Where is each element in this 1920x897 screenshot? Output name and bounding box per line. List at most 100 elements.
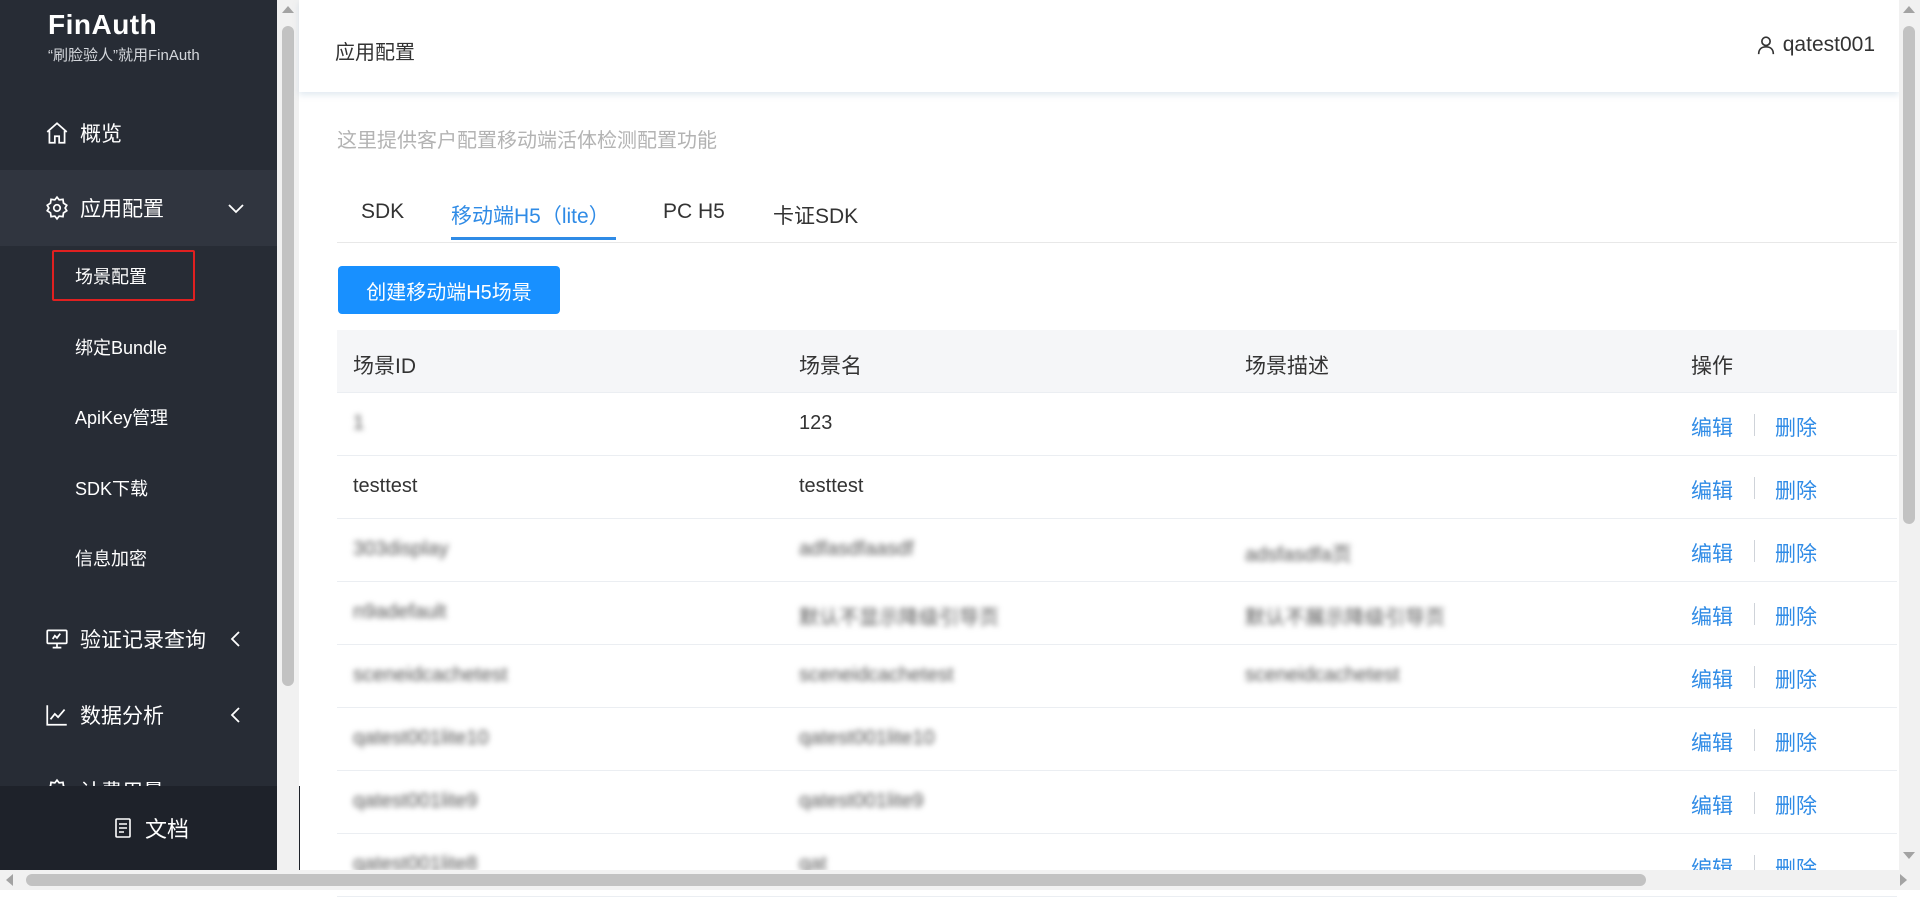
edit-link[interactable]: 编辑	[1691, 664, 1733, 694]
table-row: testtest testtest 编辑 删除	[337, 456, 1897, 519]
cell-scene-id: qatest001lite9	[353, 790, 478, 812]
sidebar-subitem-encryption[interactable]: 信息加密	[0, 523, 277, 593]
cell-scene-id: 1	[353, 412, 365, 434]
page-title: 应用配置	[335, 42, 415, 64]
user-icon	[1755, 34, 1777, 56]
tab-bar: SDK 移动端H5（lite） PC H5 卡证SDK	[337, 190, 1897, 243]
cell-scene-id: qatest001lite10	[353, 727, 489, 749]
sidebar-item-label: 应用配置	[80, 198, 164, 221]
edit-link[interactable]: 编辑	[1691, 475, 1733, 505]
sidebar-item-verification-records[interactable]: 验证记录查询	[0, 601, 277, 677]
edit-link[interactable]: 编辑	[1691, 412, 1733, 442]
cell-scene-id: sceneidcachetest	[353, 664, 508, 686]
cell-scene-name: 默认不显示降级引导页	[799, 607, 999, 629]
cell-scene-name: adfasdfaasdf	[799, 538, 914, 560]
create-mobile-h5-scene-button[interactable]: 创建移动端H5场景	[338, 266, 560, 314]
document-icon	[111, 816, 135, 840]
chevron-left-icon	[227, 630, 245, 648]
delete-link[interactable]: 删除	[1775, 475, 1817, 505]
column-header-actions: 操作	[1691, 355, 1733, 378]
cell-scene-name: testtest	[799, 475, 864, 497]
table-row: n9adefault 默认不显示降级引导页 默认不展示降级引导页 编辑 删除	[337, 582, 1897, 645]
delete-link[interactable]: 删除	[1775, 601, 1817, 631]
column-header-scene-id: 场景ID	[353, 355, 416, 378]
sidebar-subitem-apikey[interactable]: ApiKey管理	[0, 382, 277, 452]
delete-link[interactable]: 删除	[1775, 412, 1817, 442]
tab-card-sdk[interactable]: 卡证SDK	[773, 200, 858, 230]
scroll-down-arrow-icon[interactable]	[1903, 852, 1915, 859]
tab-mobile-h5-lite[interactable]: 移动端H5（lite）	[451, 200, 610, 230]
action-divider	[1754, 414, 1755, 436]
edit-link[interactable]: 编辑	[1691, 538, 1733, 568]
table-row: 1 123 编辑 删除	[337, 393, 1897, 456]
tab-sdk[interactable]: SDK	[361, 200, 404, 224]
action-divider	[1754, 666, 1755, 688]
cell-scene-name: 123	[799, 412, 833, 434]
cell-scene-id: n9adefault	[353, 601, 447, 623]
action-divider	[1754, 792, 1755, 814]
brand: FinAuth “刷脸验人”就用FinAuth	[48, 10, 200, 65]
brand-name: FinAuth	[48, 9, 158, 40]
line-chart-icon	[44, 702, 70, 728]
horizontal-scrollbar-thumb[interactable]	[26, 874, 1646, 886]
vertical-scrollbar[interactable]	[1899, 0, 1920, 870]
action-divider	[1754, 603, 1755, 625]
user-menu[interactable]: qatest001	[1755, 33, 1875, 57]
monitor-icon	[44, 626, 70, 652]
cell-scene-id: testtest	[353, 475, 418, 497]
sidebar-item-label: 概览	[80, 123, 122, 146]
cell-scene-desc: adsfasdfa页	[1245, 544, 1352, 566]
sidebar-subitem-sdk-download[interactable]: SDK下载	[0, 453, 277, 523]
cell-scene-desc: sceneidcachetest	[1245, 664, 1400, 686]
cell-scene-desc: 默认不展示降级引导页	[1245, 607, 1445, 629]
sidebar-subitem-label: 信息加密	[75, 549, 147, 569]
sidebar-item-label: 验证记录查询	[80, 629, 206, 652]
sidebar-scrollbar[interactable]	[277, 0, 299, 870]
column-header-scene-name: 场景名	[799, 355, 862, 378]
scene-table: 场景ID 场景名 场景描述 操作 1 123 编辑 删除 testtest te…	[337, 330, 1897, 897]
docs-button[interactable]: 文档	[0, 786, 300, 870]
username: qatest001	[1782, 33, 1875, 56]
chevron-left-icon	[227, 706, 245, 724]
edit-link[interactable]: 编辑	[1691, 601, 1733, 631]
horizontal-scrollbar[interactable]	[0, 870, 1920, 890]
sidebar-subitem-label: ApiKey管理	[75, 408, 169, 428]
delete-link[interactable]: 删除	[1775, 538, 1817, 568]
sidebar-subitem-label: 绑定Bundle	[75, 338, 168, 358]
scroll-up-arrow-icon[interactable]	[1903, 6, 1915, 13]
sidebar-item-app-config[interactable]: 应用配置	[0, 170, 277, 246]
scroll-up-arrow-icon[interactable]	[282, 6, 294, 13]
table-header: 场景ID 场景名 场景描述 操作	[337, 330, 1897, 393]
edit-link[interactable]: 编辑	[1691, 727, 1733, 757]
active-item-highlight	[52, 250, 195, 301]
sidebar-item-data-analysis[interactable]: 数据分析	[0, 677, 277, 753]
delete-link[interactable]: 删除	[1775, 790, 1817, 820]
docs-label: 文档	[144, 817, 189, 842]
delete-link[interactable]: 删除	[1775, 727, 1817, 757]
tab-pc-h5[interactable]: PC H5	[663, 200, 725, 224]
cell-scene-name: sceneidcachetest	[799, 664, 954, 686]
edit-link[interactable]: 编辑	[1691, 790, 1733, 820]
scroll-left-arrow-icon[interactable]	[6, 874, 13, 886]
cell-scene-name: qatest001lite10	[799, 727, 935, 749]
cell-scene-id: 303display	[353, 538, 449, 560]
table-row: qatest001lite10 qatest001lite10 编辑 删除	[337, 708, 1897, 771]
table-row: 303display adfasdfaasdf adsfasdfa页 编辑 删除	[337, 519, 1897, 582]
vertical-scrollbar-thumb[interactable]	[1903, 26, 1915, 524]
sidebar-scrollbar-thumb[interactable]	[282, 26, 294, 686]
action-divider	[1754, 540, 1755, 562]
sidebar-subitem-label: SDK下载	[75, 479, 149, 499]
active-tab-indicator	[451, 237, 616, 240]
cell-scene-name: qatest001lite9	[799, 790, 924, 812]
column-header-scene-desc: 场景描述	[1245, 355, 1329, 378]
sidebar-item-overview[interactable]: 概览	[0, 95, 277, 171]
sidebar: FinAuth “刷脸验人”就用FinAuth 概览 应用配置 场景配置 绑定B…	[0, 0, 277, 870]
table-row: sceneidcachetest sceneidcachetest scenei…	[337, 645, 1897, 708]
home-icon	[44, 120, 70, 146]
sidebar-item-label: 数据分析	[80, 705, 164, 728]
chevron-down-icon	[227, 199, 245, 217]
sidebar-subitem-bind-bundle[interactable]: 绑定Bundle	[0, 312, 277, 382]
table-row: qatest001lite9 qatest001lite9 编辑 删除	[337, 771, 1897, 834]
delete-link[interactable]: 删除	[1775, 664, 1817, 694]
scroll-right-arrow-icon[interactable]	[1900, 874, 1907, 886]
